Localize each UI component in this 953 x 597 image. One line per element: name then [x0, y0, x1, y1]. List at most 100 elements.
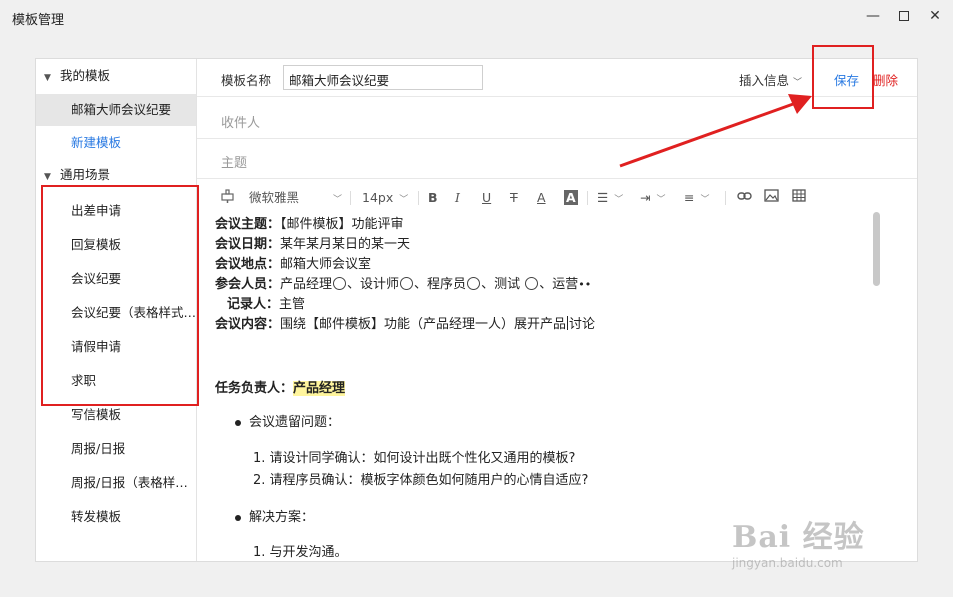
list-item: 1. 与开发沟通。 [253, 545, 348, 560]
group-label: 通用场景 [60, 167, 111, 182]
align-icon[interactable]: ≡ ﹀ [684, 189, 710, 207]
group-my-templates[interactable]: ▼ 我的模板 [44, 66, 110, 86]
group-common-scenes[interactable]: ▼ 通用场景 [44, 165, 110, 185]
body-line: 会议内容：围绕【邮件模板】功能（产品经理一人）展开产品 讨论 [215, 315, 595, 335]
chevron-down-icon: ▼ [44, 172, 51, 182]
toolbar-divider [587, 191, 588, 205]
delete-button[interactable]: 删除 [873, 70, 898, 89]
font-size-select[interactable]: 14px ﹀ [362, 189, 408, 207]
date-line: 会议日期：某年某月某日的某一天 [215, 235, 410, 255]
attendee: 产品经理 [280, 277, 333, 292]
editor-scrollbar[interactable] [873, 212, 882, 302]
annotation-box-save [812, 45, 874, 109]
bold-icon[interactable]: B [428, 189, 438, 207]
format-painter-icon[interactable] [221, 189, 234, 207]
toolbar-divider [350, 191, 351, 205]
watermark-sub: jingyan.baidu.com [732, 556, 843, 570]
template-name-input[interactable]: 邮箱大师会议纪要 [283, 65, 483, 90]
maximize-button[interactable] [893, 6, 915, 26]
bullet-dot [235, 515, 241, 521]
recorder-label: 记录人： [227, 297, 280, 312]
list-item: 1. 请设计同学确认：如何设计出既个性化又通用的模板? [253, 451, 576, 466]
smile-emoji-icon [333, 277, 347, 290]
maximize-icon [899, 11, 909, 21]
group-label: 我的模板 [60, 68, 111, 83]
font-family-value: 微软雅黑 [249, 190, 300, 205]
date-label: 会议日期： [215, 237, 281, 252]
body-label: 会议内容： [215, 317, 281, 332]
minimize-button[interactable]: — [862, 6, 884, 26]
sidebar-item-weekly-report[interactable]: 周报/日报 [36, 433, 196, 465]
neutral-emoji-icon [525, 277, 539, 290]
background-color-icon[interactable]: A [564, 189, 578, 207]
place-value: 邮箱大师会议室 [280, 257, 372, 272]
annotation-box-scenes [41, 185, 199, 406]
attendee: 、运营 [539, 277, 579, 292]
subject-placeholder: 主题 [221, 156, 248, 171]
topic-value: 【邮件模板】功能评审 [280, 217, 404, 232]
owner-value: 产品经理 [293, 381, 346, 396]
sidebar-item-forward[interactable]: 转发模板 [36, 501, 196, 533]
sidebar-item-meeting-notes-custom[interactable]: 邮箱大师会议纪要 [36, 94, 196, 126]
bullet-item: 解决方案： [249, 510, 315, 525]
title-bar: 模板管理 — ✕ [0, 0, 953, 33]
font-family-select[interactable]: 微软雅黑 ﹀ [249, 189, 342, 207]
close-button[interactable]: ✕ [924, 6, 946, 26]
toolbar-divider [725, 191, 726, 205]
template-name-label: 模板名称 [221, 73, 272, 88]
format-toolbar: 微软雅黑 ﹀ 14px ﹀ B I U T A A ☰ ﹀ ⇥ ﹀ ≡ ﹀ [197, 181, 917, 213]
font-color-icon[interactable]: A [537, 189, 546, 207]
new-template-link[interactable]: 新建模板 [36, 127, 196, 159]
attendees-label: 参会人员： [215, 277, 281, 292]
toolbar-divider [418, 191, 419, 205]
date-value: 某年某月某日的某一天 [280, 237, 411, 252]
place-label: 会议地点： [215, 257, 281, 272]
subject-field[interactable]: 主题 [197, 140, 917, 179]
scrollbar-thumb[interactable] [873, 212, 880, 286]
recorder-line: 记录人：主管 [227, 295, 305, 315]
underline-icon[interactable]: U [482, 189, 491, 207]
template-editor: 模板名称 邮箱大师会议纪要 插入信息 ﹀ 保存 删除 收件人 主题 微软雅黑 ﹀ 1… [197, 59, 917, 561]
font-size-value: 14px [362, 190, 394, 205]
attendee: 、测试 [481, 277, 525, 292]
bullet-dot [235, 420, 241, 426]
window-title: 模板管理 [12, 13, 65, 28]
sidebar-item-weekly-report-table[interactable]: 周报/日报（表格样… [36, 467, 196, 499]
indent-icon[interactable]: ⇥ ﹀ [640, 189, 666, 207]
chevron-down-icon: ▼ [44, 73, 51, 83]
attendee: 、程序员 [414, 277, 467, 292]
attendee: 、设计师 [347, 277, 400, 292]
table-icon[interactable] [792, 189, 806, 207]
body-value: 围绕【邮件模板】功能（产品经理一人）展开产品 [280, 317, 567, 332]
topic-line: 会议主题：【邮件模板】功能评审 [215, 215, 404, 235]
neutral-emoji-icon [400, 277, 414, 290]
template-name-row: 模板名称 邮箱大师会议纪要 插入信息 ﹀ 保存 删除 [197, 59, 917, 97]
list-item: 2. 请程序员确认：模板字体颜色如何随用户的心情自适应? [253, 473, 589, 488]
chevron-down-icon: ﹀ [614, 195, 624, 205]
link-icon[interactable] [737, 189, 752, 207]
list-icon[interactable]: ☰ ﹀ [597, 189, 623, 207]
insert-info-dropdown[interactable]: 插入信息 ﹀ [739, 70, 802, 89]
insert-info-label: 插入信息 [739, 73, 790, 88]
chevron-down-icon: ﹀ [399, 195, 409, 205]
chevron-down-icon: ﹀ [333, 195, 343, 205]
chevron-down-icon: ﹀ [656, 195, 666, 205]
baidu-watermark: Bai 经验 jingyan.baidu.com [732, 512, 865, 570]
bullet-item: 会议遗留问题： [249, 415, 341, 430]
owner-label: 任务负责人： [215, 381, 294, 396]
neutral-emoji-icon [467, 277, 481, 290]
body-value-tail: 讨论 [569, 317, 596, 332]
place-line: 会议地点：邮箱大师会议室 [215, 255, 371, 275]
strikethrough-icon[interactable]: T [510, 189, 518, 207]
text-cursor [567, 316, 569, 330]
topic-label: 会议主题： [215, 217, 281, 232]
attendees-line: 参会人员：产品经理 、设计师 、程序员 、测试 、运营•• [215, 275, 591, 295]
image-icon[interactable] [764, 189, 779, 207]
recorder-value: 主管 [279, 297, 306, 312]
watermark-main: Bai 经验 [732, 520, 865, 555]
recipient-placeholder: 收件人 [221, 116, 261, 131]
chevron-down-icon: ﹀ [700, 195, 710, 205]
italic-icon[interactable]: I [455, 189, 460, 207]
recipient-field[interactable]: 收件人 [197, 100, 917, 139]
owner-line: 任务负责人：产品经理 [215, 379, 346, 399]
